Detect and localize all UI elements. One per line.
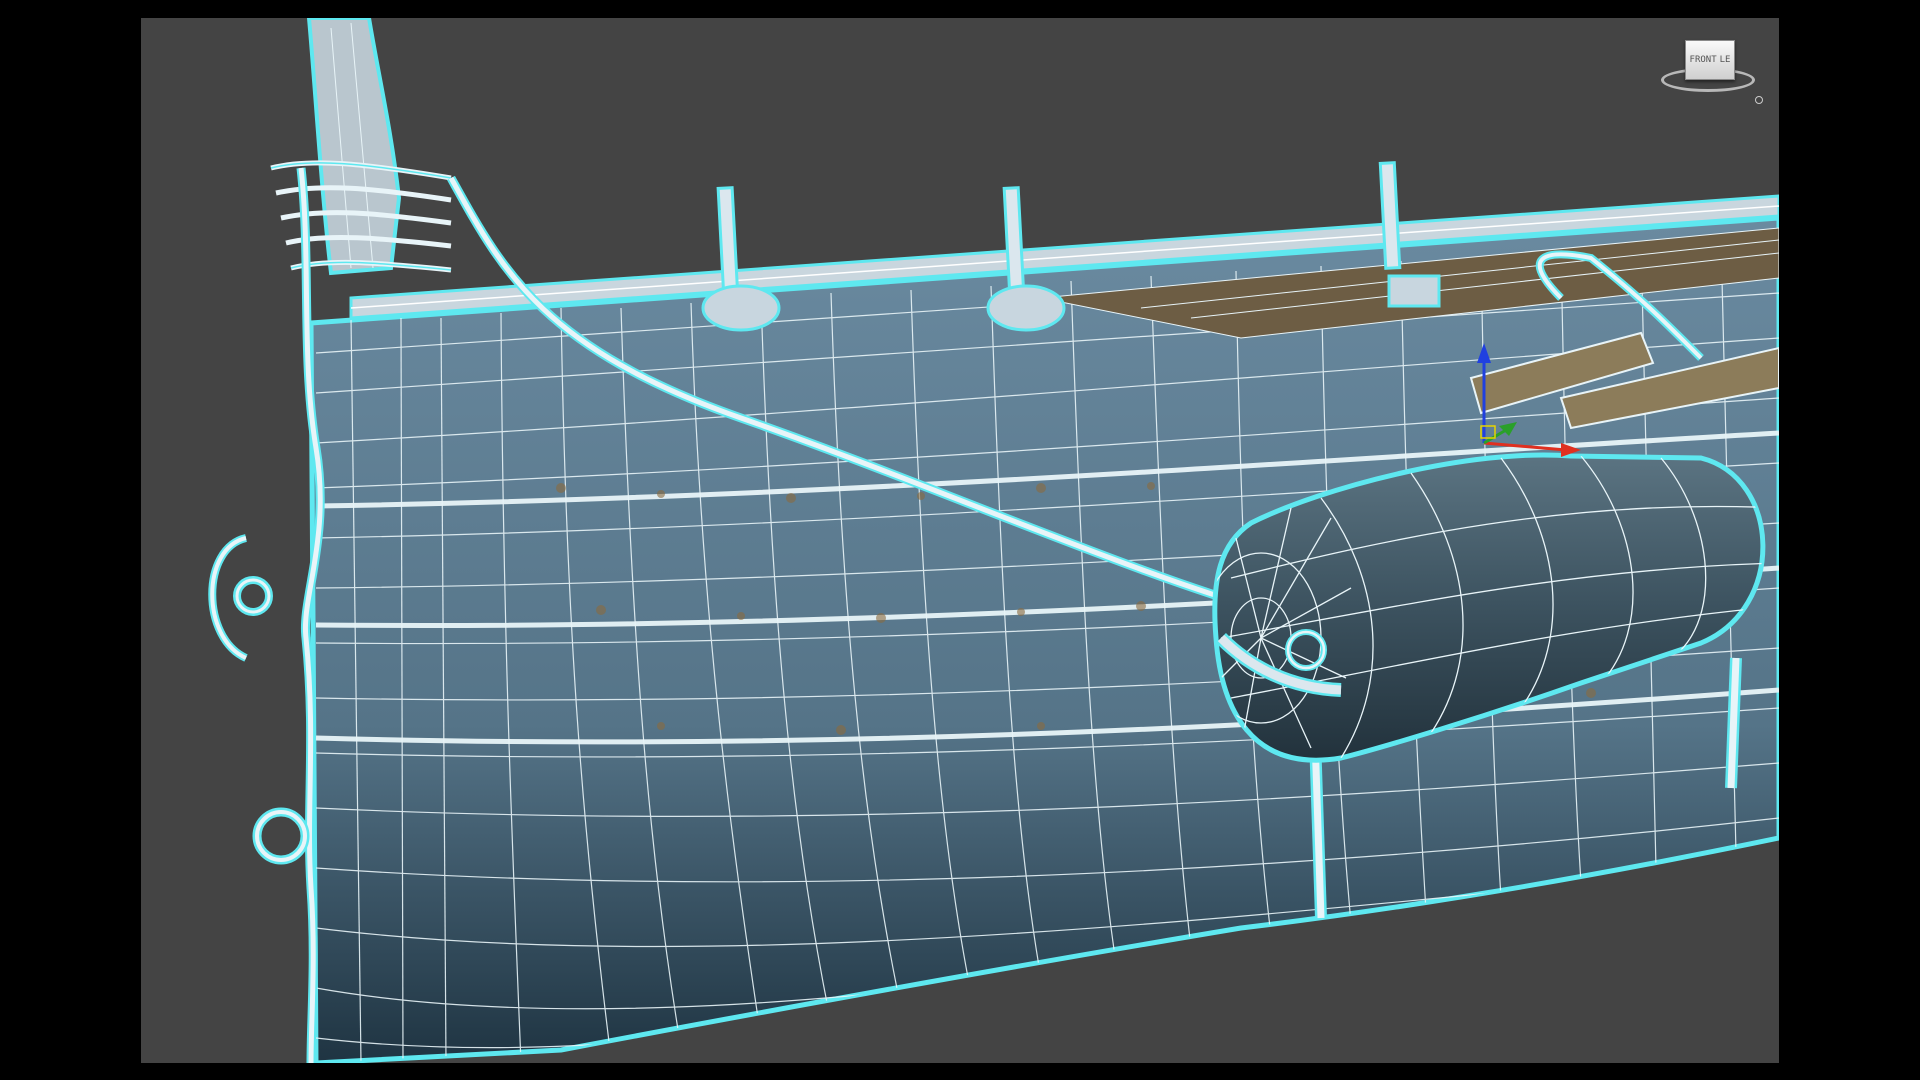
viewcube-side-label: LE xyxy=(1719,55,1731,65)
stem-post[interactable] xyxy=(306,18,402,276)
boat-model-scene[interactable] xyxy=(141,18,1779,1063)
viewcube-icon[interactable]: FRONT LE xyxy=(1659,36,1763,112)
viewcube-front-label: FRONT xyxy=(1689,55,1717,65)
compass-north-marker xyxy=(1755,96,1763,104)
viewcube-face[interactable]: FRONT LE xyxy=(1685,40,1735,80)
perspective-viewport[interactable]: FRONT LE xyxy=(141,18,1779,1063)
